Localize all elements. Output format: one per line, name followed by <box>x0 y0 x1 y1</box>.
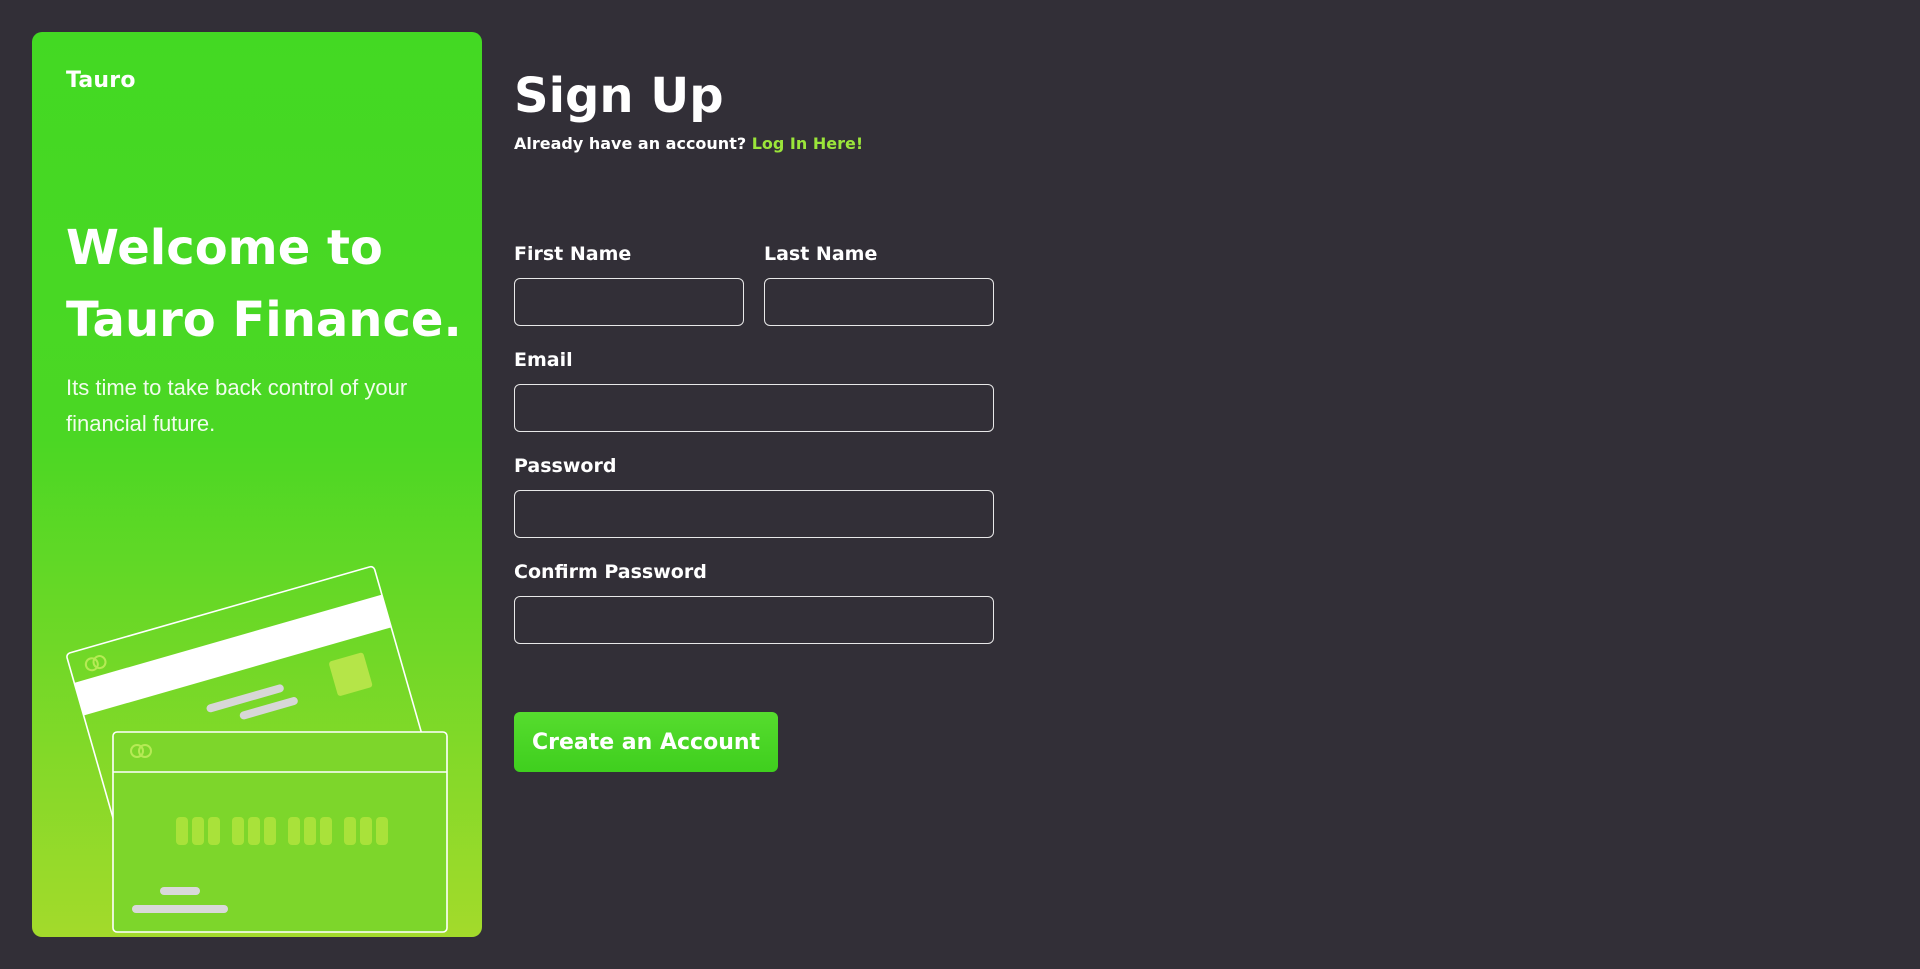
confirm-password-field-group: Confirm Password <box>514 558 1014 644</box>
name-row: First Name Last Name <box>514 240 1014 326</box>
credit-card-illustration-icon <box>66 565 448 933</box>
password-input[interactable] <box>514 490 994 538</box>
welcome-line-2: Tauro Finance. <box>66 292 462 348</box>
login-prompt: Already have an account? Log In Here! <box>514 132 1014 156</box>
last-name-label: Last Name <box>764 243 878 265</box>
email-field-group: Email <box>514 346 1014 432</box>
signup-form: Sign Up Already have an account? Log In … <box>514 60 1014 772</box>
promo-panel: Tauro Welcome to Tauro Finance. Its time… <box>32 32 482 937</box>
brand-logo: Tauro <box>66 68 136 93</box>
welcome-heading: Welcome to Tauro Finance. <box>66 212 466 356</box>
welcome-line-1: Welcome to <box>66 220 383 276</box>
password-field-group: Password <box>514 452 1014 538</box>
last-name-input[interactable] <box>764 278 994 326</box>
confirm-password-input[interactable] <box>514 596 994 644</box>
signup-page: Tauro Welcome to Tauro Finance. Its time… <box>0 0 1920 969</box>
first-name-label: First Name <box>514 243 632 265</box>
confirm-password-label: Confirm Password <box>514 561 707 583</box>
password-label: Password <box>514 455 617 477</box>
email-label: Email <box>514 349 573 371</box>
first-name-input[interactable] <box>514 278 744 326</box>
create-account-button[interactable]: Create an Account <box>514 712 778 772</box>
login-prompt-text: Already have an account? <box>514 134 752 153</box>
promo-tagline: Its time to take back control of your fi… <box>66 375 408 436</box>
first-name-field-group: First Name <box>514 240 744 326</box>
email-input[interactable] <box>514 384 994 432</box>
last-name-field-group: Last Name <box>764 240 994 326</box>
page-title: Sign Up <box>514 68 724 124</box>
login-link[interactable]: Log In Here! <box>752 134 863 153</box>
